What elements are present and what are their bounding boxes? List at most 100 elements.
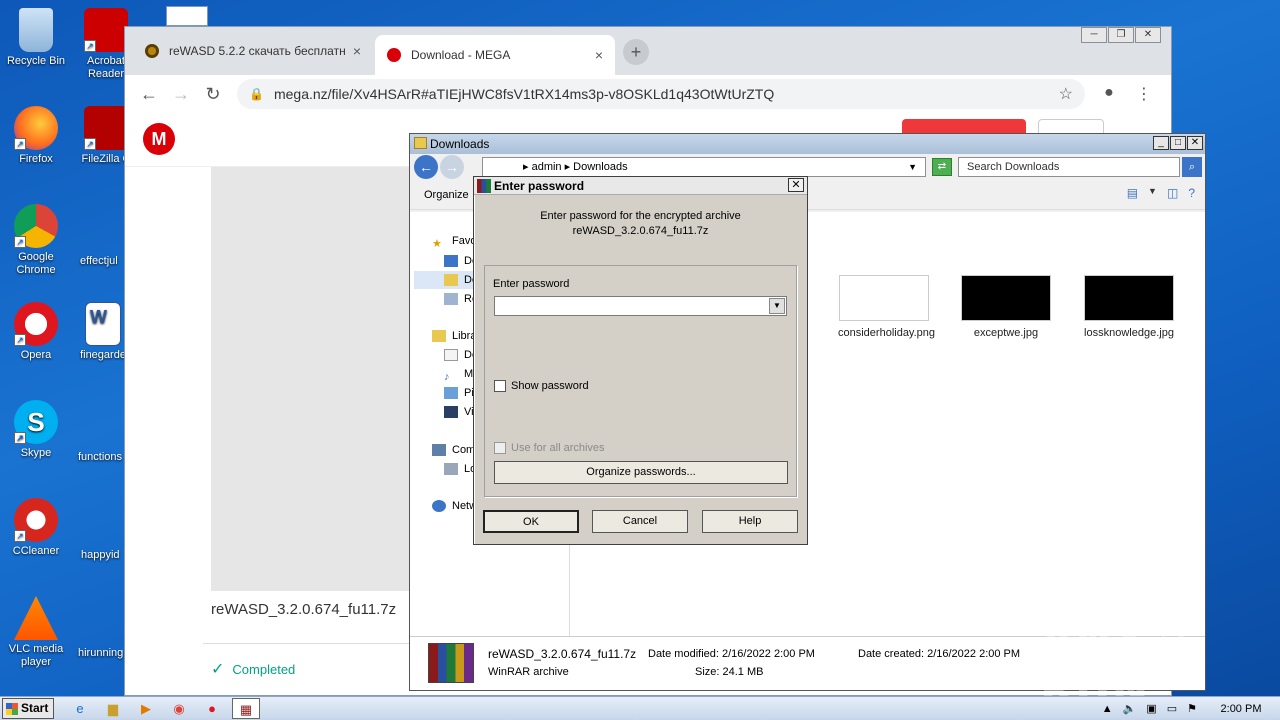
close-window-button[interactable]: ✕ xyxy=(1135,27,1161,43)
chevron-down-icon[interactable]: ▼ xyxy=(1148,186,1157,200)
chevron-down-icon[interactable]: ▼ xyxy=(908,158,917,176)
libraries-icon xyxy=(432,330,446,342)
help-icon[interactable]: ? xyxy=(1188,186,1195,200)
checkbox[interactable] xyxy=(494,380,506,392)
clock[interactable]: 2:00 PM xyxy=(1207,703,1275,715)
file-preview xyxy=(211,167,411,591)
desktop-icon-vlc[interactable]: VLC media player xyxy=(0,596,72,669)
desktop-icon-opera[interactable]: ↗ Opera xyxy=(0,302,72,362)
ok-button[interactable]: OK xyxy=(483,510,579,533)
pictures-icon xyxy=(444,387,458,399)
tab-strip: reWASD 5.2.2 скачать бесплатно × Downloa… xyxy=(125,27,1171,75)
bookmark-star-icon[interactable]: ☆ xyxy=(1059,84,1073,104)
tab-mega[interactable]: Download - MEGA × xyxy=(375,35,615,75)
word-icon: W xyxy=(85,302,121,346)
new-tab-button[interactable]: + xyxy=(623,39,649,65)
volume-icon[interactable]: 🔈 xyxy=(1123,702,1137,715)
thumbnail-image xyxy=(1084,275,1174,321)
desktop-label-hirunning[interactable]: hirunning xyxy=(78,647,123,659)
cancel-button[interactable]: Cancel xyxy=(592,510,688,533)
dialog-titlebar: Enter password ✕ xyxy=(474,177,807,195)
password-input[interactable] xyxy=(495,297,765,315)
password-combo[interactable]: ▼ xyxy=(494,296,787,316)
toolbar-right: ● ⋮ xyxy=(1093,84,1163,104)
chevron-down-icon[interactable]: ▼ xyxy=(769,298,785,314)
desktop-icon-recycle-bin[interactable]: Recycle Bin xyxy=(0,8,72,68)
skype-icon: S ↗ xyxy=(14,400,58,444)
minimize-button[interactable]: ─ xyxy=(1081,27,1107,43)
minimize-button[interactable]: _ xyxy=(1153,136,1169,150)
file-item[interactable]: lossknowledge.jpg xyxy=(1083,275,1175,339)
desktop-label-effectjul[interactable]: effectjul xyxy=(80,255,118,267)
desktop-icon-chrome[interactable]: ↗ Google Chrome xyxy=(0,204,72,277)
detail-type: WinRAR archive xyxy=(488,666,569,678)
reload-icon[interactable]: ↻ xyxy=(197,84,229,105)
start-button[interactable]: Start xyxy=(2,698,54,719)
winrar-icon[interactable]: ▦ xyxy=(232,698,260,719)
back-arrow-icon[interactable]: ← xyxy=(414,155,438,179)
help-button[interactable]: Help xyxy=(702,510,798,533)
view-icon[interactable]: ▤ xyxy=(1127,186,1138,200)
opera-icon: ↗ xyxy=(14,302,58,346)
preview-pane-icon[interactable]: ◫ xyxy=(1167,186,1178,200)
file-item[interactable]: exceptwe.jpg xyxy=(960,275,1052,339)
forward-arrow-icon[interactable]: → xyxy=(165,84,197,105)
refresh-icon[interactable]: ⇄ xyxy=(932,158,952,176)
mega-logo[interactable]: M xyxy=(143,123,175,155)
desktop-icon xyxy=(444,255,458,267)
chrome-icon[interactable]: ◉ xyxy=(165,698,193,719)
flag-icon[interactable]: ⚑ xyxy=(1187,702,1197,715)
search-icon[interactable]: ⌕ xyxy=(1182,157,1202,177)
desktop-icon-skype[interactable]: S ↗ Skype xyxy=(0,400,72,460)
opera-icon[interactable]: ● xyxy=(198,698,226,719)
message-line: Enter password for the encrypted archive xyxy=(540,210,741,222)
ie-icon[interactable]: e xyxy=(66,698,94,719)
close-tab-icon[interactable]: × xyxy=(353,43,361,59)
organize-menu[interactable]: Organize xyxy=(424,189,469,201)
desktop-icon-file-top[interactable] xyxy=(166,6,208,26)
network-icon[interactable]: ▣ xyxy=(1146,702,1156,715)
explorer-address-bar[interactable]: ▸ admin ▸ Downloads ▼ xyxy=(482,157,926,177)
explorer-icon[interactable]: ▆ xyxy=(99,698,127,719)
chevron-up-icon[interactable]: ▲ xyxy=(1102,703,1113,715)
taskbar: Start e ▆ ▶ ◉ ● ▦ ▲ 🔈 ▣ ▭ ⚑ 2:00 PM xyxy=(0,696,1280,720)
close-icon[interactable]: ✕ xyxy=(788,178,804,192)
desktop-label-functions[interactable]: functions xyxy=(78,451,122,463)
browser-toolbar: ← → ↻ 🔒 mega.nz/file/Xv4HSArR#aTIEjHWC8f… xyxy=(125,75,1171,113)
media-player-icon[interactable]: ▶ xyxy=(132,698,160,719)
chrome-icon: ↗ xyxy=(14,204,58,248)
address-bar[interactable]: 🔒 mega.nz/file/Xv4HSArR#aTIEjHWC8fsV1tRX… xyxy=(237,79,1085,109)
power-icon[interactable]: ▭ xyxy=(1167,702,1177,715)
vlc-icon xyxy=(14,596,58,640)
desktop-icon-firefox[interactable]: ↗ Firefox xyxy=(0,106,72,166)
profile-icon[interactable]: ● xyxy=(1104,84,1114,104)
documents-icon xyxy=(444,349,458,361)
organize-passwords-button[interactable]: Organize passwords... xyxy=(494,461,788,484)
star-icon: ★ xyxy=(432,238,442,250)
computer-icon xyxy=(432,444,446,456)
firefox-icon: ↗ xyxy=(14,106,58,150)
view-controls: ▤ ▼ ◫ ? xyxy=(1127,186,1195,200)
detail-date-created: Date created: 2/16/2022 2:00 PM xyxy=(858,648,1021,660)
maximize-button[interactable]: ❐ xyxy=(1108,27,1134,43)
file-item[interactable]: considerholiday.png xyxy=(838,275,935,339)
network-icon xyxy=(432,500,446,512)
folder-icon xyxy=(414,137,427,149)
desktop-icon-ccleaner[interactable]: ↗ CCleaner xyxy=(0,498,72,558)
menu-dots-icon[interactable]: ⋮ xyxy=(1136,84,1152,104)
desktop-label-happyid[interactable]: happyid xyxy=(81,549,120,561)
forward-arrow-icon[interactable]: → xyxy=(440,155,464,179)
back-arrow-icon[interactable]: ← xyxy=(133,84,165,105)
search-input[interactable]: Search Downloads xyxy=(958,157,1180,177)
close-tab-icon[interactable]: × xyxy=(595,47,603,63)
close-window-button[interactable]: ✕ xyxy=(1187,136,1203,150)
show-password-checkbox[interactable]: Show password xyxy=(494,380,589,392)
dialog-title: Enter password xyxy=(494,178,585,193)
breadcrumb: ▸ admin ▸ Downloads xyxy=(523,161,628,173)
downloads-folder-icon xyxy=(444,274,458,286)
download-status: ✓ Completed xyxy=(211,659,295,679)
detail-date-modified: Date modified: 2/16/2022 2:00 PM xyxy=(648,648,815,660)
tab-rewasd[interactable]: reWASD 5.2.2 скачать бесплатно × xyxy=(133,35,373,67)
music-icon: ♪ xyxy=(444,371,450,383)
maximize-button[interactable]: □ xyxy=(1170,136,1186,150)
